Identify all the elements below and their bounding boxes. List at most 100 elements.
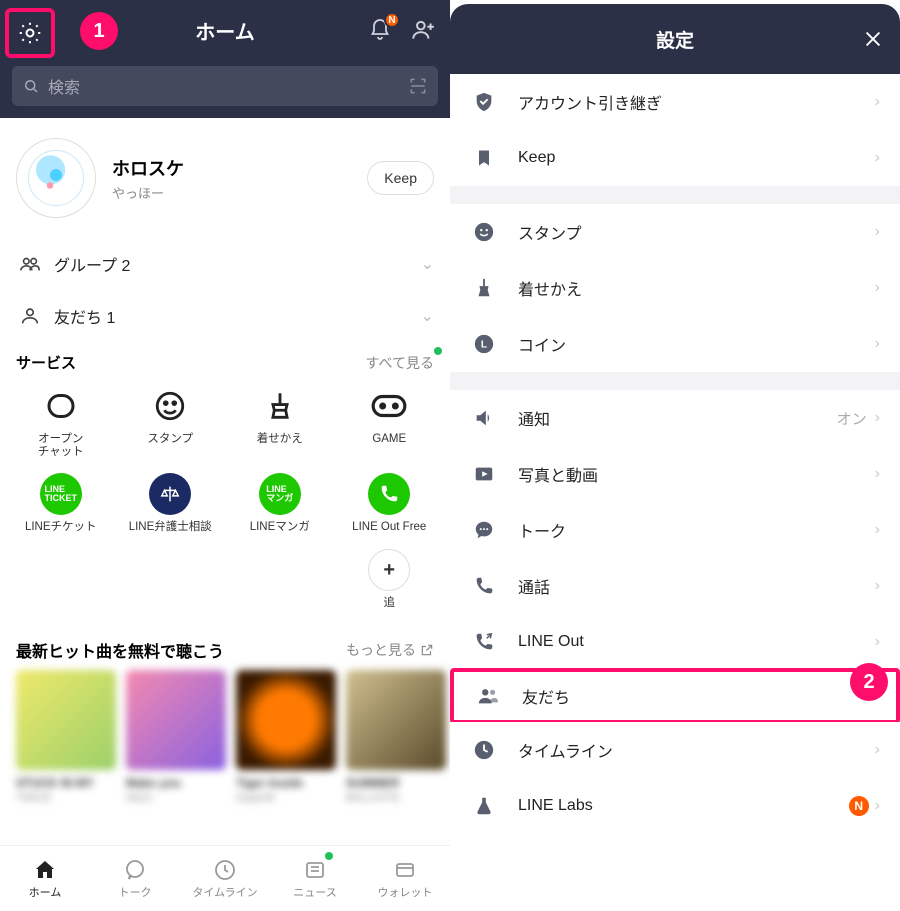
home-screen: ホーム N 検索 1 ホロスケ やっほー K (0, 0, 450, 911)
chat-icon (123, 858, 147, 882)
tab-talk[interactable]: トーク (90, 846, 180, 911)
coin-icon: L (473, 333, 495, 355)
add-person-icon (410, 17, 436, 43)
service-lineout[interactable]: LINE Out Free (335, 473, 445, 534)
phone-icon (368, 473, 410, 515)
group-icon (19, 253, 41, 275)
chevron-right-icon: › (875, 335, 880, 353)
music-header: 最新ヒット曲を無料で聴こう もっと見る (0, 620, 450, 670)
service-openchat[interactable]: オープン チャット (6, 385, 116, 459)
music-card[interactable]: SUMMERBALLISTIK (346, 670, 446, 804)
row-coin[interactable]: Lコイン› (450, 316, 900, 372)
services-header: サービス すべて見る (0, 342, 450, 377)
music-card[interactable]: Tiger InsideSuperM (236, 670, 336, 804)
service-more[interactable]: +追 (335, 549, 445, 610)
clock-icon (213, 858, 237, 882)
line-ticket-icon: LINE TICKET (40, 473, 82, 515)
tab-news[interactable]: ニュース (270, 846, 360, 911)
music-card[interactable]: STUCK IN MYTWICE (16, 670, 116, 804)
service-theme[interactable]: 着せかえ (225, 385, 335, 459)
settings-button-highlight[interactable] (5, 8, 55, 58)
profile-section[interactable]: ホロスケ やっほー Keep (0, 118, 450, 238)
row-talk[interactable]: トーク› (450, 502, 900, 558)
row-account-transfer[interactable]: アカウント引き継ぎ› (450, 74, 900, 130)
wallet-icon (393, 858, 417, 882)
row-stamp[interactable]: スタンプ› (450, 204, 900, 260)
speaker-icon (473, 407, 495, 429)
flask-icon (473, 795, 495, 817)
avatar (28, 150, 84, 206)
gamepad-icon (370, 391, 408, 421)
row-call[interactable]: 通話› (450, 558, 900, 614)
services-see-all[interactable]: すべて見る (366, 353, 434, 373)
brush-solid-icon (473, 277, 495, 299)
phone-out-icon (473, 631, 495, 653)
chevron-right-icon: › (875, 149, 880, 167)
clock-solid-icon (473, 739, 495, 761)
services-grid: オープン チャット スタンプ 着せかえ GAME LINE TICKETLINE… (0, 377, 450, 620)
row-keep[interactable]: Keep› (450, 130, 900, 186)
close-button[interactable] (862, 28, 884, 50)
chevron-right-icon: › (875, 223, 880, 241)
new-dot (325, 852, 333, 860)
chevron-right-icon: › (875, 409, 880, 427)
row-friends-highlight[interactable]: 友だち› (450, 668, 900, 724)
keep-button[interactable]: Keep (367, 161, 434, 195)
music-card[interactable]: Make youNiziU (126, 670, 226, 804)
row-photo-video[interactable]: 写真と動画› (450, 446, 900, 502)
chevron-right-icon: › (875, 279, 880, 297)
service-stamp[interactable]: スタンプ (116, 385, 226, 459)
tab-home[interactable]: ホーム (0, 846, 90, 911)
add-friend-button[interactable] (410, 17, 436, 43)
line-manga-icon: LINE マンガ (259, 473, 301, 515)
row-timeline[interactable]: タイムライン› (450, 722, 900, 778)
groups-row[interactable]: グループ 2 ⌄ (0, 238, 450, 290)
scale-icon (149, 473, 191, 515)
brush-icon (263, 389, 297, 423)
chevron-down-icon: ⌄ (421, 254, 434, 274)
chat-solid-icon (473, 519, 495, 541)
plus-icon: + (368, 549, 410, 591)
row-labs[interactable]: LINE LabsN› (450, 778, 900, 834)
row-theme[interactable]: 着せかえ› (450, 260, 900, 316)
svg-text:L: L (481, 340, 487, 351)
friends-row[interactable]: 友だち 1 ⌄ (0, 290, 450, 342)
chevron-right-icon: › (875, 93, 880, 111)
news-icon (303, 858, 327, 882)
profile-name: ホロスケ (112, 155, 184, 181)
search-input[interactable]: 検索 (12, 66, 438, 106)
scan-icon[interactable] (408, 76, 428, 96)
home-header: ホーム N 検索 (0, 0, 450, 118)
service-game[interactable]: GAME (335, 385, 445, 459)
play-square-icon (473, 463, 495, 485)
chevron-right-icon: › (875, 797, 880, 815)
callout-1: 1 (80, 12, 118, 50)
smile-icon (153, 389, 187, 423)
music-more[interactable]: もっと見る (346, 640, 434, 660)
chevron-right-icon: › (875, 465, 880, 483)
external-icon (420, 643, 434, 657)
shield-check-icon (473, 91, 495, 113)
row-line-out[interactable]: LINE Out› (450, 614, 900, 670)
settings-header: 設定 (450, 4, 900, 74)
tab-timeline[interactable]: タイムライン (180, 846, 270, 911)
notifications-button[interactable]: N (368, 18, 392, 42)
avatar-ring (16, 138, 96, 218)
person-icon (19, 305, 41, 327)
chevron-right-icon: › (875, 633, 880, 651)
chevron-right-icon: › (875, 577, 880, 595)
settings-screen: 設定 アカウント引き継ぎ› Keep› スタンプ› 着せかえ› Lコイン› 通知… (450, 0, 900, 911)
row-notification[interactable]: 通知オン› (450, 390, 900, 446)
service-manga[interactable]: LINE マンガLINEマンガ (225, 473, 335, 534)
music-carousel[interactable]: STUCK IN MYTWICE Make youNiziU Tiger Ins… (0, 670, 450, 804)
bottom-tabbar: ホーム トーク タイムライン ニュース ウォレット (0, 845, 450, 911)
settings-title: 設定 (656, 26, 694, 53)
search-placeholder: 検索 (48, 74, 408, 98)
smile-solid-icon (473, 221, 495, 243)
chevron-down-icon: ⌄ (421, 306, 434, 326)
service-ticket[interactable]: LINE TICKETLINEチケット (6, 473, 116, 534)
callout-2: 2 (850, 663, 888, 701)
notification-badge: N (384, 12, 400, 28)
tab-wallet[interactable]: ウォレット (360, 846, 450, 911)
service-lawyer[interactable]: LINE弁護士相談 (116, 473, 226, 534)
